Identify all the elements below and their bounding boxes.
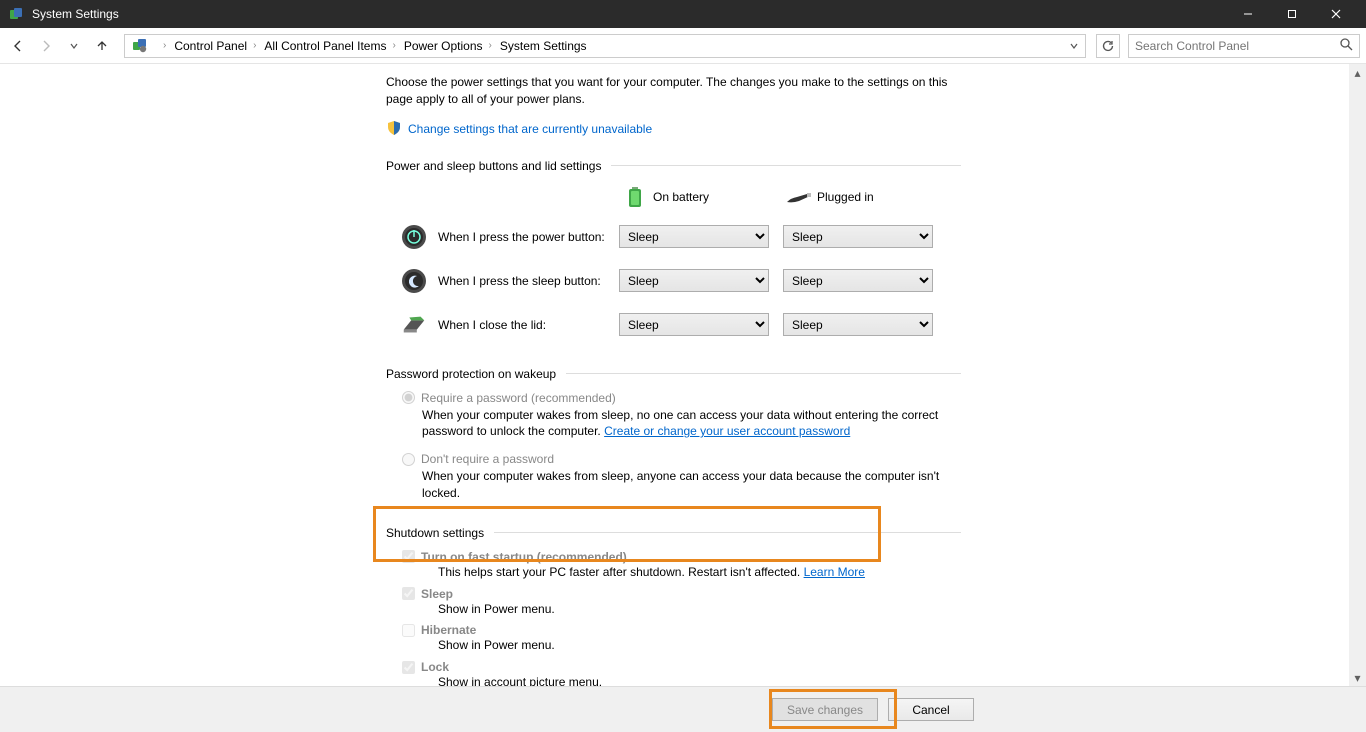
scrollbar[interactable]: ▴ ▾ — [1349, 64, 1366, 686]
row-sleep-label: When I press the sleep button: — [438, 274, 601, 288]
learn-more-link[interactable]: Learn More — [804, 565, 865, 579]
require-password-desc: When your computer wakes from sleep, no … — [422, 407, 961, 441]
require-password-radio-input — [402, 391, 415, 404]
scroll-down-icon[interactable]: ▾ — [1349, 669, 1366, 686]
change-settings-link[interactable]: Change settings that are currently unava… — [408, 122, 652, 136]
sleep-checkbox — [402, 587, 415, 600]
app-icon — [8, 6, 24, 22]
shield-icon — [386, 120, 402, 139]
dont-require-password-desc: When your computer wakes from sleep, any… — [422, 468, 961, 502]
back-button[interactable] — [6, 34, 30, 58]
plug-icon — [783, 188, 815, 206]
close-button[interactable] — [1314, 0, 1358, 28]
breadcrumb-item[interactable]: Control Panel› — [170, 35, 260, 57]
power-battery-select[interactable]: Sleep — [619, 225, 769, 248]
forward-button[interactable] — [34, 34, 58, 58]
search-icon — [1339, 37, 1353, 54]
divider — [566, 373, 961, 374]
main-panel: Choose the power settings that you want … — [0, 64, 1366, 686]
breadcrumb-item[interactable]: All Control Panel Items› — [260, 35, 399, 57]
lid-icon — [400, 311, 428, 339]
control-panel-icon — [131, 37, 149, 55]
require-password-radio: Require a password (recommended) — [402, 391, 961, 405]
power-plugged-select[interactable]: Sleep — [783, 225, 933, 248]
bottom-bar: Save changes Cancel — [0, 686, 1366, 732]
search-input[interactable] — [1135, 39, 1339, 53]
address-dropdown[interactable] — [1065, 41, 1083, 51]
content-area: Choose the power settings that you want … — [0, 64, 1366, 686]
address-bar[interactable]: › Control Panel› All Control Panel Items… — [124, 34, 1086, 58]
power-grid: On battery Plugged in When I pr — [386, 179, 961, 347]
section-buttons-title: Power and sleep buttons and lid settings — [386, 159, 601, 173]
lock-checkbox — [402, 661, 415, 674]
sleep-button-icon — [400, 267, 428, 295]
minimize-button[interactable] — [1226, 0, 1270, 28]
breadcrumb-sep[interactable]: › — [153, 35, 170, 57]
titlebar: System Settings — [0, 0, 1366, 28]
lid-plugged-select[interactable]: Sleep — [783, 313, 933, 336]
refresh-button[interactable] — [1096, 34, 1120, 58]
battery-icon — [619, 185, 651, 209]
section-password-title: Password protection on wakeup — [386, 367, 556, 381]
recent-dropdown[interactable] — [62, 34, 86, 58]
divider — [494, 532, 961, 533]
scroll-up-icon[interactable]: ▴ — [1349, 64, 1366, 81]
col-plugged-label: Plugged in — [817, 190, 874, 204]
fast-startup-item: Turn on fast startup (recommended) This … — [386, 550, 961, 581]
hibernate-item: Hibernate Show in Power menu. — [386, 623, 961, 654]
divider — [611, 165, 961, 166]
create-password-link[interactable]: Create or change your user account passw… — [604, 424, 850, 438]
hibernate-checkbox — [402, 624, 415, 637]
cancel-button[interactable]: Cancel — [888, 698, 974, 721]
maximize-button[interactable] — [1270, 0, 1314, 28]
power-button-icon — [400, 223, 428, 251]
sleep-plugged-select[interactable]: Sleep — [783, 269, 933, 292]
section-shutdown-title: Shutdown settings — [386, 526, 484, 540]
row-lid-label: When I close the lid: — [438, 318, 546, 332]
dont-require-password-radio: Don't require a password — [402, 452, 961, 466]
intro-text: Choose the power settings that you want … — [386, 74, 961, 108]
lid-battery-select[interactable]: Sleep — [619, 313, 769, 336]
search-box[interactable] — [1128, 34, 1360, 58]
lock-item: Lock Show in account picture menu. — [386, 660, 961, 686]
window-title: System Settings — [32, 7, 1226, 21]
up-button[interactable] — [90, 34, 114, 58]
dont-require-password-radio-input — [402, 453, 415, 466]
breadcrumb-item[interactable]: System Settings — [496, 35, 591, 57]
breadcrumb-item[interactable]: Power Options› — [400, 35, 496, 57]
sleep-battery-select[interactable]: Sleep — [619, 269, 769, 292]
row-power-label: When I press the power button: — [438, 230, 605, 244]
fast-startup-checkbox — [402, 550, 415, 563]
col-battery-label: On battery — [653, 190, 709, 204]
navbar: › Control Panel› All Control Panel Items… — [0, 28, 1366, 64]
sleep-item: Sleep Show in Power menu. — [386, 587, 961, 618]
save-button: Save changes — [772, 698, 878, 721]
